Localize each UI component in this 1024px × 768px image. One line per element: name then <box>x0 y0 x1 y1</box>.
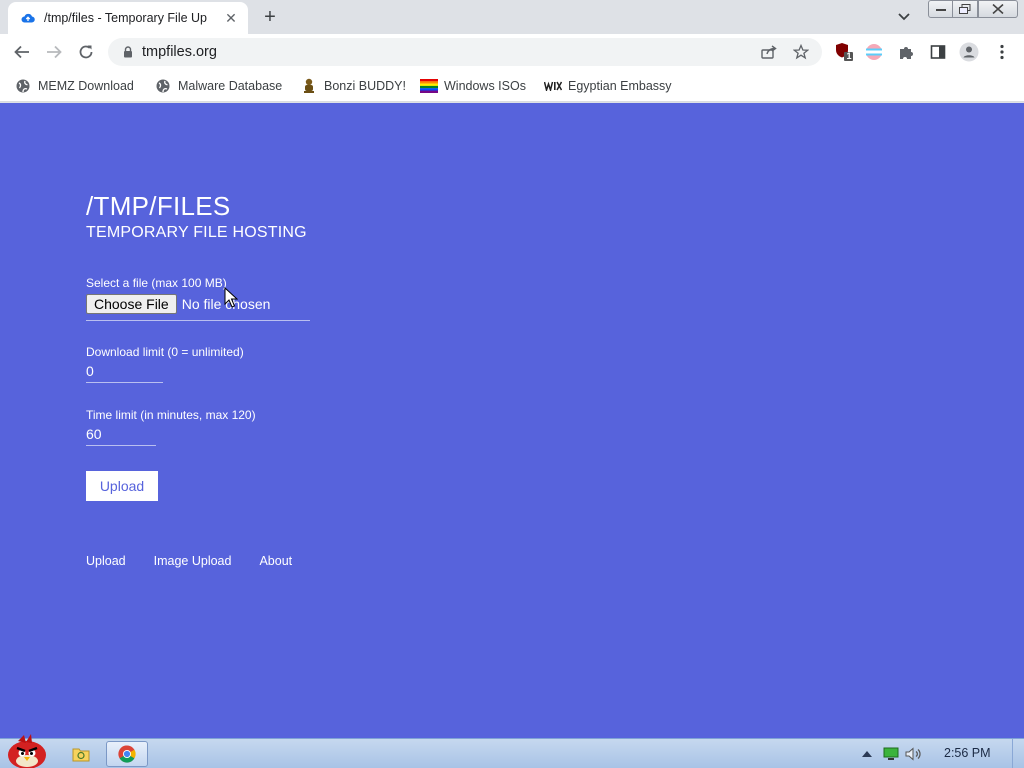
ublock-extension-icon[interactable]: 1 <box>834 42 854 62</box>
nav-link-about[interactable]: About <box>259 554 292 568</box>
bookmark-label: Bonzi BUDDY! <box>324 79 406 93</box>
time-limit-value: 60 <box>86 426 102 442</box>
menu-kebab-icon[interactable] <box>992 42 1012 62</box>
bookmark-egyptian-embassy[interactable]: Egyptian Embassy <box>544 75 672 97</box>
side-panel-icon[interactable] <box>928 42 948 62</box>
file-select-label: Select a file (max 100 MB) <box>86 276 227 290</box>
nav-link-upload[interactable]: Upload <box>86 554 126 568</box>
mouse-cursor-icon <box>224 287 238 308</box>
close-window-button[interactable] <box>978 0 1018 18</box>
reload-icon[interactable] <box>74 40 98 64</box>
download-limit-value: 0 <box>86 363 94 379</box>
upload-button[interactable]: Upload <box>86 471 158 501</box>
download-limit-input[interactable]: 0 <box>86 360 163 383</box>
tab-close-icon[interactable]: ✕ <box>222 9 240 27</box>
back-arrow-icon[interactable] <box>10 40 34 64</box>
minimize-window-button[interactable] <box>928 0 954 18</box>
network-icon[interactable] <box>882 741 900 767</box>
lock-icon[interactable] <box>120 44 136 60</box>
page-content: /TMP/FILES TEMPORARY FILE HOSTING Select… <box>0 103 1024 738</box>
rainbow-flag-icon <box>420 78 438 94</box>
extension-badge: 1 <box>846 51 852 61</box>
bookmark-label: Egyptian Embassy <box>568 79 672 93</box>
bonzi-icon <box>300 78 318 94</box>
tab-title: /tmp/files - Temporary File Up <box>44 11 208 25</box>
bookmark-bonzi-buddy[interactable]: Bonzi BUDDY! <box>300 75 406 97</box>
extensions-puzzle-icon[interactable] <box>896 42 916 62</box>
flag-extension-icon[interactable] <box>864 42 884 62</box>
taskbar-chrome-button[interactable] <box>106 741 148 767</box>
cloud-upload-icon <box>20 10 36 26</box>
url-text: tmpfiles.org <box>142 44 217 60</box>
page-title: /TMP/FILES <box>86 191 231 221</box>
wix-icon <box>544 78 562 94</box>
nav-link-image-upload[interactable]: Image Upload <box>154 554 232 568</box>
restore-window-button[interactable] <box>952 0 978 18</box>
download-limit-label: Download limit (0 = unlimited) <box>86 345 244 359</box>
volume-icon[interactable] <box>904 741 924 767</box>
share-icon[interactable] <box>760 44 778 60</box>
file-explorer-folder-icon[interactable] <box>68 741 94 767</box>
tab-search-chevron-icon[interactable] <box>894 8 914 26</box>
page-subtitle: TEMPORARY FILE HOSTING <box>86 224 307 241</box>
bookmark-label: Malware Database <box>178 79 283 93</box>
browser-tab[interactable]: /tmp/files - Temporary File Up ✕ <box>8 2 248 34</box>
address-bar[interactable]: tmpfiles.org <box>108 38 822 66</box>
profile-avatar-icon[interactable] <box>959 42 979 62</box>
start-button-angry-bird-icon[interactable] <box>4 733 50 768</box>
taskbar: 2:56 PM <box>0 734 1024 768</box>
globe-icon <box>14 78 32 94</box>
bookmarks-bar: MEMZ Download Malware Database Bonzi BUD… <box>0 70 1024 102</box>
taskbar-clock[interactable]: 2:56 PM <box>944 746 991 760</box>
show-desktop-button[interactable] <box>1012 739 1024 768</box>
bookmark-memz-download[interactable]: MEMZ Download <box>14 75 134 97</box>
bookmark-label: Windows ISOs <box>444 79 526 93</box>
chrome-icon <box>118 745 136 763</box>
forward-arrow-icon[interactable] <box>42 40 66 64</box>
time-limit-label: Time limit (in minutes, max 120) <box>86 408 256 422</box>
bookmark-star-icon[interactable] <box>792 44 810 60</box>
file-input[interactable]: Choose File No file chosen <box>86 294 310 321</box>
tray-expand-arrow-icon[interactable] <box>858 741 876 767</box>
tab-strip: /tmp/files - Temporary File Up ✕ + <box>0 0 1024 34</box>
browser-toolbar: tmpfiles.org 1 <box>0 34 1024 70</box>
bookmark-label: MEMZ Download <box>38 79 134 93</box>
bookmark-windows-isos[interactable]: Windows ISOs <box>420 75 526 97</box>
choose-file-button[interactable]: Choose File <box>86 294 177 314</box>
footer-nav: Upload Image Upload About <box>86 554 320 568</box>
bookmark-malware-database[interactable]: Malware Database <box>154 75 282 97</box>
time-limit-input[interactable]: 60 <box>86 423 156 446</box>
new-tab-button[interactable]: + <box>258 6 282 28</box>
globe-icon <box>154 78 172 94</box>
